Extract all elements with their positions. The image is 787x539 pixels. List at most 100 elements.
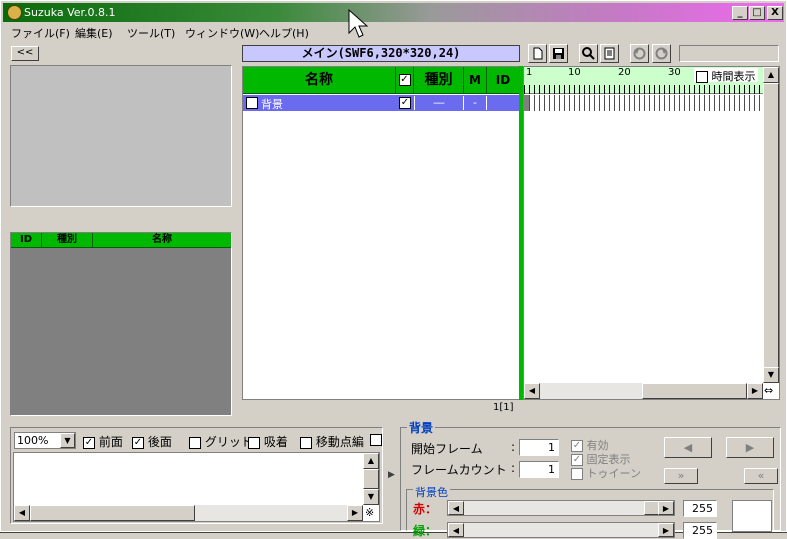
fast-forward-button[interactable]: » bbox=[664, 468, 698, 484]
red-label: 赤： bbox=[413, 502, 438, 516]
layer-count: 1[1] bbox=[493, 402, 514, 413]
menu-window[interactable]: ウィンドウ(W) bbox=[185, 25, 259, 41]
time-display-toggle[interactable]: 時間表示 bbox=[694, 68, 758, 83]
scroll-up-icon[interactable]: ▲ bbox=[363, 453, 379, 469]
green-value[interactable]: 255 bbox=[683, 522, 717, 539]
frame-row[interactable] bbox=[524, 95, 763, 111]
rewind-button[interactable]: « bbox=[744, 468, 778, 484]
header-checkbox[interactable]: ✓ bbox=[398, 74, 411, 86]
save-icon[interactable] bbox=[549, 44, 568, 63]
option-back[interactable]: ✓ 後面 bbox=[132, 433, 172, 450]
window-title: Suzuka Ver.0.8.1 bbox=[24, 6, 116, 19]
scroll-thumb[interactable] bbox=[363, 469, 379, 489]
properties-panel: 背景 開始フレーム : 1 フレームカウント : 1 ✓ 有効 ✓ 固定表示 ト… bbox=[400, 419, 781, 539]
bg-color-group: 背景色 赤： ◀ ▶ 255 緑： ◀ ▶ 255 bbox=[406, 484, 774, 539]
red-value[interactable]: 255 bbox=[683, 500, 717, 517]
preview-pane bbox=[10, 65, 232, 207]
scroll-right-icon[interactable]: ▶ bbox=[658, 501, 674, 515]
scene-title: メイン(SWF6,320*320,24) bbox=[242, 45, 520, 62]
layer-table: 名称 ✓ 種別 M ID 背景 ✓ ― - bbox=[242, 66, 520, 400]
option-grid[interactable]: グリッド bbox=[189, 433, 253, 450]
minimize-button[interactable]: _ bbox=[732, 6, 748, 20]
scroll-up-icon[interactable]: ▲ bbox=[763, 67, 779, 83]
layer-header-m[interactable]: M bbox=[464, 67, 487, 93]
bg-color-title: 背景色 bbox=[413, 484, 450, 500]
scroll-right-icon[interactable]: ▶ bbox=[658, 523, 674, 537]
tween-option[interactable]: トゥイーン bbox=[571, 465, 641, 481]
option-snap[interactable]: 吸着 bbox=[248, 433, 288, 450]
start-frame-label: 開始フレーム bbox=[411, 442, 483, 456]
frame-count-label: フレームカウント bbox=[411, 463, 507, 477]
list-header-type[interactable]: 種別 bbox=[42, 233, 93, 247]
list-header-id[interactable]: ID bbox=[11, 233, 42, 247]
script-area[interactable]: ▲ ▼ ◀ ▶ ※ bbox=[13, 452, 380, 522]
layer-name: 背景 bbox=[261, 98, 283, 111]
next-button[interactable]: ▶ bbox=[726, 437, 774, 458]
hscroll-thumb[interactable] bbox=[642, 383, 747, 399]
panel-expand-icon[interactable]: ▶ bbox=[388, 470, 395, 480]
scroll-left-icon[interactable]: ◀ bbox=[448, 523, 464, 537]
tick-label: 30 bbox=[668, 67, 681, 78]
new-file-icon[interactable] bbox=[528, 44, 547, 63]
layer-header-name[interactable]: 名称 bbox=[243, 67, 396, 93]
collapse-button[interactable]: << bbox=[11, 46, 39, 61]
scroll-left-icon[interactable]: ◀ bbox=[524, 383, 540, 399]
tick-label: 10 bbox=[568, 67, 581, 78]
hscroll-thumb[interactable] bbox=[30, 505, 195, 521]
ruler-ticks bbox=[524, 85, 763, 94]
option-move-point[interactable]: 移動点編 bbox=[300, 433, 364, 450]
maximize-button[interactable]: □ bbox=[749, 6, 765, 20]
resize-arrows-icon[interactable]: ⇔ bbox=[764, 384, 773, 397]
layer-row[interactable]: 背景 ✓ ― - bbox=[243, 95, 519, 111]
redo-icon[interactable] bbox=[652, 44, 671, 63]
scroll-down-icon[interactable]: ▼ bbox=[763, 367, 779, 383]
close-button[interactable]: X bbox=[767, 6, 783, 20]
scroll-left-icon[interactable]: ◀ bbox=[14, 505, 30, 521]
option-extra-checkbox[interactable] bbox=[370, 434, 382, 446]
option-front[interactable]: ✓ 前面 bbox=[83, 433, 123, 450]
timeline-hscroll[interactable]: ◀ ▶ bbox=[524, 383, 763, 399]
layer-header-id[interactable]: ID bbox=[487, 67, 519, 93]
start-frame-input[interactable]: 1 bbox=[519, 439, 559, 456]
layer-type: ― bbox=[414, 96, 464, 110]
timeline-vscroll[interactable]: ▲ ▼ bbox=[763, 67, 779, 383]
layer-enabled-checkbox[interactable]: ✓ bbox=[399, 97, 411, 109]
layer-visible-checkbox[interactable] bbox=[246, 97, 258, 109]
scroll-left-icon[interactable]: ◀ bbox=[448, 501, 464, 515]
menu-bar: ファイル(F) 編集(E) ツール(T) ウィンドウ(W) ヘルプ(H) bbox=[3, 23, 784, 41]
option-grid-label: グリッド bbox=[204, 435, 253, 449]
zoom-value: 100% bbox=[17, 434, 49, 447]
layer-header-type[interactable]: 種別 bbox=[414, 67, 464, 93]
title-bar[interactable]: Suzuka Ver.0.8.1 _ □ X bbox=[3, 3, 784, 22]
layer-m: - bbox=[464, 96, 487, 110]
script-hscroll[interactable]: ◀ ▶ bbox=[14, 505, 363, 521]
time-display-checkbox[interactable] bbox=[696, 71, 708, 83]
script-vscroll[interactable]: ▲ ▼ bbox=[363, 453, 379, 505]
color-swatch[interactable] bbox=[732, 500, 772, 532]
scroll-right-icon[interactable]: ▶ bbox=[347, 505, 363, 521]
object-list-header: ID 種別 名称 bbox=[11, 233, 231, 248]
keyframe[interactable] bbox=[524, 95, 529, 111]
green-slider[interactable]: ◀ ▶ bbox=[447, 522, 675, 538]
menu-edit[interactable]: 編集(E) bbox=[75, 25, 113, 41]
search-icon[interactable] bbox=[579, 44, 598, 63]
list-header-name[interactable]: 名称 bbox=[93, 233, 231, 247]
tick-label: 1 bbox=[526, 67, 533, 78]
scroll-right-icon[interactable]: ▶ bbox=[747, 383, 763, 399]
document-icon[interactable] bbox=[600, 44, 619, 63]
layer-header-check[interactable]: ✓ bbox=[396, 67, 414, 93]
scroll-thumb[interactable] bbox=[763, 83, 779, 373]
menu-file[interactable]: ファイル(F) bbox=[11, 25, 70, 41]
scroll-down-icon[interactable]: ▼ bbox=[363, 489, 379, 505]
time-display-label: 時間表示 bbox=[711, 70, 756, 83]
menu-help[interactable]: ヘルプ(H) bbox=[259, 25, 309, 41]
frame-count-input[interactable]: 1 bbox=[519, 461, 559, 478]
tween-label: トゥイーン bbox=[586, 467, 641, 480]
option-snap-label: 吸着 bbox=[263, 435, 288, 449]
zoom-select[interactable]: 100% ▼ bbox=[14, 432, 76, 449]
menu-tools[interactable]: ツール(T) bbox=[127, 25, 175, 41]
undo-icon[interactable] bbox=[630, 44, 649, 63]
chevron-down-icon[interactable]: ▼ bbox=[60, 433, 75, 448]
prev-button[interactable]: ◀ bbox=[664, 437, 712, 458]
red-slider[interactable]: ◀ ▶ bbox=[447, 500, 675, 516]
